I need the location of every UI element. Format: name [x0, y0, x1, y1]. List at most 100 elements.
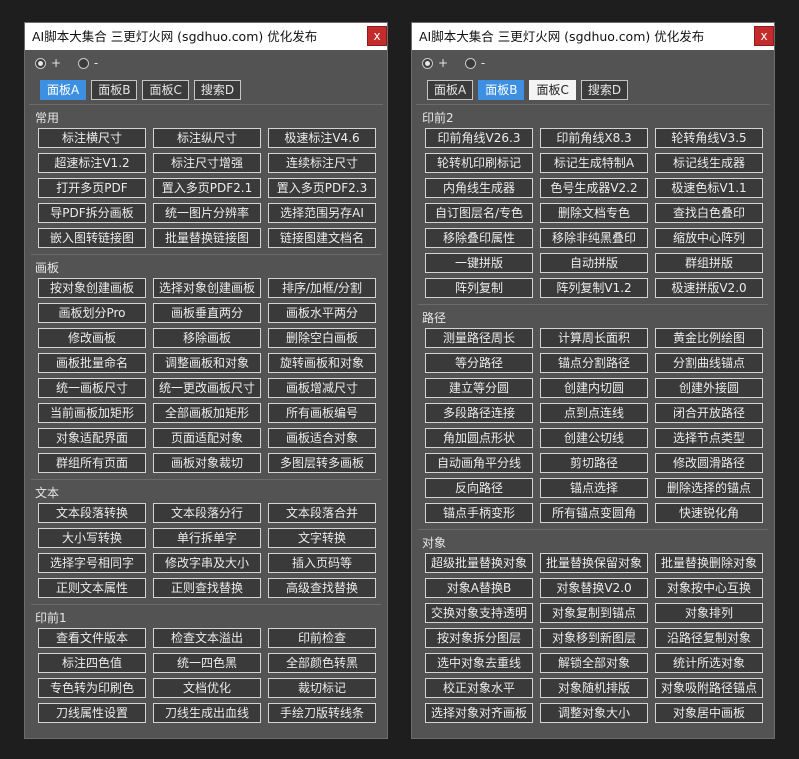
script-button[interactable]: 创建公切线	[540, 428, 648, 448]
script-button[interactable]: 超级批量替换对象	[425, 553, 533, 573]
tab-search-d[interactable]: 搜索D	[193, 80, 242, 100]
script-button[interactable]: 调整画板和对象	[153, 353, 261, 373]
script-button[interactable]: 色号生成器V2.2	[540, 178, 648, 198]
script-button[interactable]: 批量替换删除对象	[655, 553, 763, 573]
script-button[interactable]: 测量路径周长	[425, 328, 533, 348]
script-button[interactable]: 标注纵尺寸	[153, 128, 261, 148]
script-button[interactable]: 正则文本属性	[38, 578, 146, 598]
script-button[interactable]: 画板适合对象	[268, 428, 376, 448]
script-button[interactable]: 专色转为印刷色	[38, 678, 146, 698]
script-button[interactable]: 轮转角线V3.5	[655, 128, 763, 148]
radio-plus[interactable]: +	[35, 56, 61, 70]
script-button[interactable]: 极速拼版V2.0	[655, 278, 763, 298]
script-button[interactable]: 对象A替换B	[425, 578, 533, 598]
script-button[interactable]: 画板水平两分	[268, 303, 376, 323]
script-button[interactable]: 对象居中画板	[655, 703, 763, 723]
script-button[interactable]: 多段路径连接	[425, 403, 533, 423]
script-button[interactable]: 置入多页PDF2.1	[153, 178, 261, 198]
script-button[interactable]: 阵列复制	[425, 278, 533, 298]
script-button[interactable]: 旋转画板和对象	[268, 353, 376, 373]
script-button[interactable]: 全部颜色转黑	[268, 653, 376, 673]
script-button[interactable]: 按对象拆分图层	[425, 628, 533, 648]
script-button[interactable]: 文档优化	[153, 678, 261, 698]
script-button[interactable]: 标注横尺寸	[38, 128, 146, 148]
script-button[interactable]: 标注四色值	[38, 653, 146, 673]
script-button[interactable]: 检查文本溢出	[153, 628, 261, 648]
script-button[interactable]: 交换对象支持透明	[425, 603, 533, 623]
script-button[interactable]: 自订图层名/专色	[425, 203, 533, 223]
script-button[interactable]: 锚点手柄变形	[425, 503, 533, 523]
script-button[interactable]: 对象吸附路径锚点	[655, 678, 763, 698]
tab-search-d[interactable]: 搜索D	[580, 80, 629, 100]
script-button[interactable]: 创建外接圆	[655, 378, 763, 398]
script-button[interactable]: 查看文件版本	[38, 628, 146, 648]
script-button[interactable]: 统一画板尺寸	[38, 378, 146, 398]
script-button[interactable]: 印前角线X8.3	[540, 128, 648, 148]
script-button[interactable]: 快速锐化角	[655, 503, 763, 523]
script-button[interactable]: 解锁全部对象	[540, 653, 648, 673]
script-button[interactable]: 群组拼版	[655, 253, 763, 273]
script-button[interactable]: 链接图建文档名	[268, 228, 376, 248]
script-button[interactable]: 一键拼版	[425, 253, 533, 273]
script-button[interactable]: 等分路径	[425, 353, 533, 373]
script-button[interactable]: 批量替换链接图	[153, 228, 261, 248]
script-button[interactable]: 画板对象裁切	[153, 453, 261, 473]
script-button[interactable]: 对象复制到锚点	[540, 603, 648, 623]
script-button[interactable]: 单行拆单字	[153, 528, 261, 548]
script-button[interactable]: 标记生成特制A	[540, 153, 648, 173]
script-button[interactable]: 打开多页PDF	[38, 178, 146, 198]
script-button[interactable]: 多图层转多画板	[268, 453, 376, 473]
script-button[interactable]: 对象排列	[655, 603, 763, 623]
script-button[interactable]: 超速标注V1.2	[38, 153, 146, 173]
script-button[interactable]: 角加圆点形状	[425, 428, 533, 448]
script-button[interactable]: 校正对象水平	[425, 678, 533, 698]
script-button[interactable]: 对象适配界面	[38, 428, 146, 448]
script-button[interactable]: 内角线生成器	[425, 178, 533, 198]
script-button[interactable]: 选择范围另存AI	[268, 203, 376, 223]
script-button[interactable]: 标记线生成器	[655, 153, 763, 173]
script-button[interactable]: 轮转机印刷标记	[425, 153, 533, 173]
script-button[interactable]: 高级查找替换	[268, 578, 376, 598]
script-button[interactable]: 删除文档专色	[540, 203, 648, 223]
script-button[interactable]: 所有画板编号	[268, 403, 376, 423]
script-button[interactable]: 对象替换V2.0	[540, 578, 648, 598]
script-button[interactable]: 大小写转换	[38, 528, 146, 548]
script-button[interactable]: 印前角线V26.3	[425, 128, 533, 148]
script-button[interactable]: 锚点选择	[540, 478, 648, 498]
script-button[interactable]: 刀线生成出血线	[153, 703, 261, 723]
script-button[interactable]: 自动拼版	[540, 253, 648, 273]
script-button[interactable]: 点到点连线	[540, 403, 648, 423]
script-button[interactable]: 极速色标V1.1	[655, 178, 763, 198]
script-button[interactable]: 标注尺寸增强	[153, 153, 261, 173]
script-button[interactable]: 修改画板	[38, 328, 146, 348]
script-button[interactable]: 批量替换保留对象	[540, 553, 648, 573]
script-button[interactable]: 文本段落转换	[38, 503, 146, 523]
script-button[interactable]: 查找白色叠印	[655, 203, 763, 223]
script-button[interactable]: 统一四色黑	[153, 653, 261, 673]
script-button[interactable]: 裁切标记	[268, 678, 376, 698]
script-button[interactable]: 黄金比例绘图	[655, 328, 763, 348]
script-button[interactable]: 选中对象去重线	[425, 653, 533, 673]
script-button[interactable]: 沿路径复制对象	[655, 628, 763, 648]
script-button[interactable]: 文字转换	[268, 528, 376, 548]
script-button[interactable]: 统计所选对象	[655, 653, 763, 673]
script-button[interactable]: 连续标注尺寸	[268, 153, 376, 173]
script-button[interactable]: 手绘刀版转线条	[268, 703, 376, 723]
script-button[interactable]: 全部画板加矩形	[153, 403, 261, 423]
script-button[interactable]: 画板垂直两分	[153, 303, 261, 323]
script-button[interactable]: 群组所有页面	[38, 453, 146, 473]
tab-panel-a[interactable]: 面板A	[427, 80, 474, 100]
script-button[interactable]: 阵列复制V1.2	[540, 278, 648, 298]
script-button[interactable]: 画板增减尺寸	[268, 378, 376, 398]
script-button[interactable]: 置入多页PDF2.3	[268, 178, 376, 198]
tab-panel-b[interactable]: 面板B	[478, 80, 525, 100]
script-button[interactable]: 自动画角平分线	[425, 453, 533, 473]
script-button[interactable]: 反向路径	[425, 478, 533, 498]
script-button[interactable]: 所有锚点变圆角	[540, 503, 648, 523]
tab-panel-b[interactable]: 面板B	[91, 80, 138, 100]
script-button[interactable]: 对象按中心互换	[655, 578, 763, 598]
radio-minus[interactable]: -	[464, 56, 485, 70]
script-button[interactable]: 选择字号相同字	[38, 553, 146, 573]
script-button[interactable]: 选择对象对齐画板	[425, 703, 533, 723]
script-button[interactable]: 删除空白画板	[268, 328, 376, 348]
